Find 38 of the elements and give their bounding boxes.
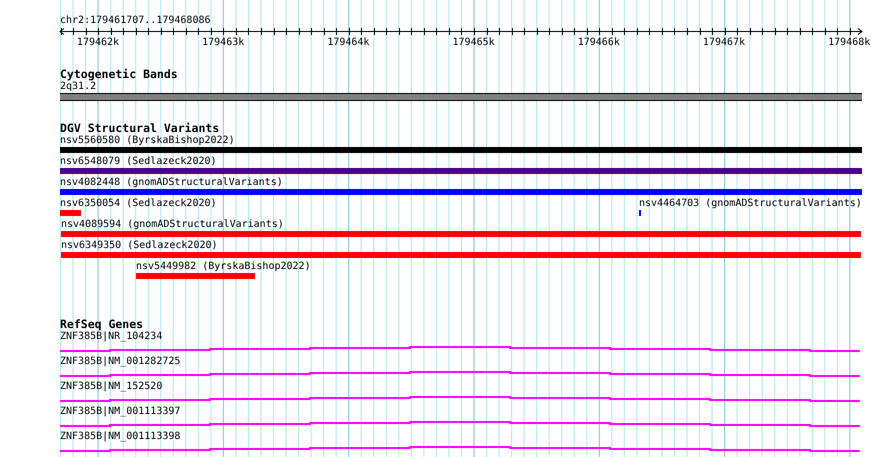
variant-bar[interactable]: [60, 189, 862, 195]
track-title: RefSeq Genes: [60, 318, 144, 331]
variant-label: nsv5560580 (ByrskaBishop2022): [60, 135, 235, 147]
gene-label: ZNF385B|NM_001113398: [60, 431, 180, 443]
tick-label: 179464k: [327, 37, 370, 48]
band-label: 2q31.2: [60, 81, 96, 93]
variant-label: nsv6548079 (Sedlazeck2020): [60, 156, 217, 168]
tick-label: 179466k: [578, 37, 620, 48]
tick-label: 179462k: [76, 37, 120, 48]
variant-label: nsv6350054 (Sedlazeck2020): [60, 198, 217, 210]
variant-label: nsv5449982 (ByrskaBishop2022): [136, 261, 311, 273]
gene-line[interactable]: [60, 446, 860, 452]
tick-label: 179465k: [452, 37, 495, 48]
tick-label: 179467k: [702, 37, 746, 48]
gene-line[interactable]: [60, 346, 860, 352]
variant-label: nsv6349350 (Sedlazeck2020): [61, 240, 218, 252]
gene-label: ZNF385B|NM_001282725: [60, 356, 180, 368]
track-title: Cytogenetic Bands: [60, 68, 178, 81]
variant-label: nsv4464703 (gnomADStructuralVariants): [639, 198, 862, 210]
variant-bar[interactable]: [60, 147, 862, 153]
gene-label: ZNF385B|NM_001113397: [60, 406, 180, 418]
variant-bar[interactable]: [61, 231, 861, 237]
gene-label: ZNF385B|NM_152520: [60, 381, 162, 393]
location-label: chr2:179461707..179468086: [60, 15, 211, 27]
gene-label: ZNF385B|NR_104234: [60, 331, 162, 343]
tick-label: 179463k: [202, 37, 244, 48]
cytoband-bar[interactable]: [60, 93, 862, 101]
variant-bar[interactable]: [60, 210, 81, 216]
variant-bar[interactable]: [61, 252, 861, 258]
track-title: DGV Structural Variants: [60, 122, 220, 135]
tick-label: 179468k: [828, 37, 870, 48]
variant-bar[interactable]: [136, 273, 255, 279]
variant-bar[interactable]: [60, 168, 862, 174]
gene-line[interactable]: [60, 396, 860, 402]
variant-label: nsv4082448 (gnomADStructuralVariants): [60, 177, 283, 189]
gene-line[interactable]: [60, 371, 860, 377]
gene-line[interactable]: [60, 421, 860, 427]
variant-label: nsv4089594 (gnomADStructuralVariants): [61, 219, 284, 231]
